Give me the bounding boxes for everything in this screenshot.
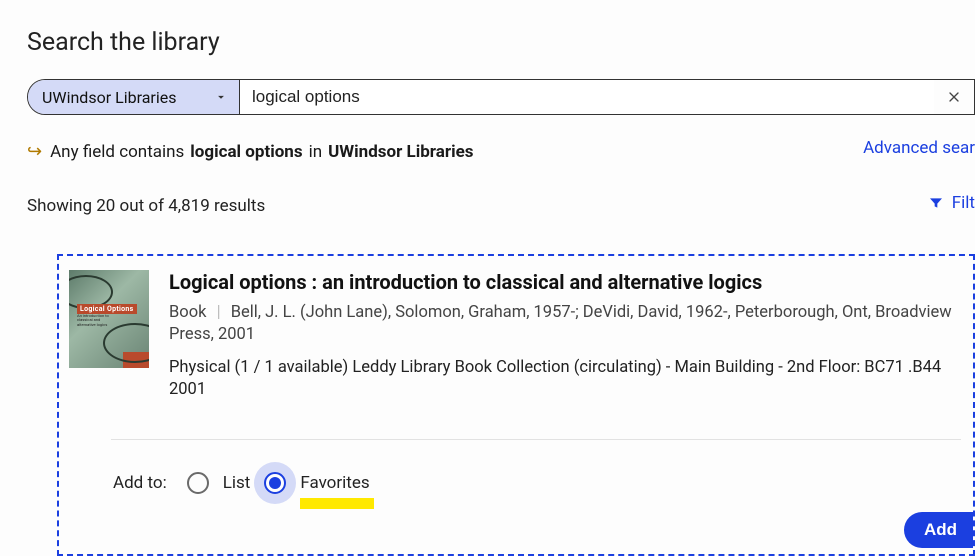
thumb-subtitle: An introduction to classical and alterna… [77, 314, 117, 327]
summary-scope: UWindsor Libraries [328, 142, 473, 162]
results-count: Showing 20 out of 4,819 results [27, 196, 975, 216]
radio-list-label: List [223, 473, 251, 493]
search-input[interactable] [240, 80, 934, 114]
search-bar: UWindsor Libraries [27, 79, 975, 115]
radio-list[interactable] [187, 472, 209, 494]
arrow-return-icon: ↪ [27, 141, 42, 162]
summary-in: in [309, 142, 323, 162]
result-title[interactable]: Logical options : an introduction to cla… [169, 270, 957, 294]
meta-separator: | [217, 303, 221, 322]
add-button[interactable]: Add [904, 512, 973, 548]
clear-search-button[interactable] [934, 80, 974, 114]
advanced-search-link[interactable]: Advanced sear [863, 138, 975, 158]
result-type: Book [169, 303, 206, 322]
add-to-label: Add to: [113, 473, 167, 493]
divider [111, 439, 961, 440]
close-icon [946, 89, 962, 105]
result-card[interactable]: Logical Options An introduction to class… [57, 254, 975, 556]
result-availability: Physical (1 / 1 available) Leddy Library… [169, 357, 957, 402]
page-title: Search the library [27, 28, 975, 57]
thumb-corner [123, 352, 149, 368]
filter-label: Filt [952, 193, 975, 213]
book-thumbnail[interactable]: Logical Options An introduction to class… [69, 270, 149, 368]
filter-icon [928, 195, 944, 211]
result-metadata: Book | Bell, J. L. (John Lane), Solomon,… [169, 302, 957, 347]
scope-dropdown-label: UWindsor Libraries [42, 88, 176, 107]
highlight-annotation [300, 498, 373, 509]
result-authors: Bell, J. L. (John Lane), Solomon, Graham… [169, 303, 952, 344]
search-summary: ↪ Any field contains logical options in … [27, 141, 975, 162]
scope-dropdown[interactable]: UWindsor Libraries [28, 80, 240, 114]
add-to-row: Add to: List Favorites [113, 472, 957, 494]
radio-favorites-label: Favorites [300, 473, 369, 493]
summary-prefix: Any field contains [50, 142, 184, 162]
summary-term: logical options [190, 142, 302, 162]
radio-favorites[interactable] [264, 472, 286, 494]
chevron-down-icon [213, 89, 229, 105]
filter-button[interactable]: Filt [928, 193, 975, 213]
